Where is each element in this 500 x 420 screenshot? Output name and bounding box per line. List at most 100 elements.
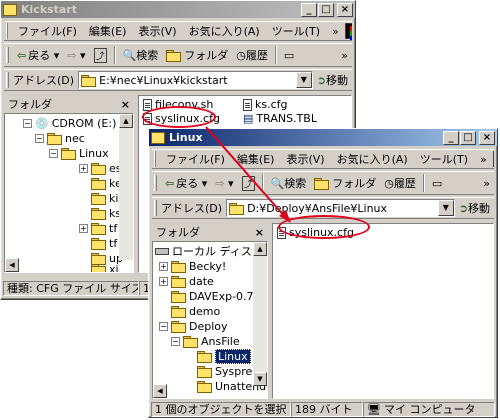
tree-item[interactable]: DAVExp-0.72 <box>171 289 261 303</box>
tree-item[interactable]: demo <box>171 304 220 318</box>
folders-button[interactable]: フォルダ <box>310 175 380 191</box>
menu-favorites[interactable]: お気に入り(A) <box>331 151 414 167</box>
menu-tools[interactable]: ツール(T) <box>266 23 326 39</box>
menu-edit[interactable]: 編集(E) <box>231 151 281 167</box>
tree-label: CDROM (E:) <box>51 116 117 130</box>
collapse-icon[interactable]: − <box>23 118 32 128</box>
up-folder-icon: ⤴ <box>93 47 107 63</box>
move-to-button[interactable]: ▭ <box>280 49 298 62</box>
up-folder-icon: ⤴ <box>241 175 255 191</box>
menu-edit[interactable]: 編集(E) <box>83 23 133 39</box>
tree-item[interactable]: ks <box>91 206 121 220</box>
collapse-icon[interactable]: − <box>159 321 168 331</box>
kickstart-titlebar[interactable]: Kickstart _ □ × <box>1 1 355 18</box>
folder-tree: − 💿 CDROM (E:) − nec − Linux + es ke ki ks + t… <box>4 113 134 273</box>
address-input[interactable]: E:¥nec¥Linux¥kickstart ▼ <box>78 71 313 89</box>
history-button[interactable]: ◷ 履歴 <box>380 175 420 191</box>
menu-tools[interactable]: ツール(T) <box>414 151 474 167</box>
go-arrow-icon: ➲ <box>316 73 326 87</box>
tree-scrollbar[interactable]: ▲ <box>119 114 133 260</box>
forward-arrow-icon: ⇨ <box>67 48 77 62</box>
table-file-icon: ▤ <box>243 112 254 125</box>
collapse-icon[interactable]: − <box>171 336 180 346</box>
address-input[interactable]: D:¥Deploy¥AnsFile¥Linux ▼ <box>226 199 455 217</box>
scroll-left-button[interactable]: ◀ <box>5 258 19 272</box>
menu-favorites[interactable]: お気に入り(A) <box>183 23 266 39</box>
folder-icon <box>91 192 106 205</box>
folder-icon <box>91 162 106 175</box>
scroll-up-button[interactable]: ▲ <box>253 242 267 256</box>
close-button[interactable]: × <box>479 130 495 145</box>
search-button[interactable]: 🔍 検索 <box>119 47 163 63</box>
menu-more[interactable]: » <box>474 153 493 166</box>
maximize-button[interactable]: □ <box>318 2 334 17</box>
file-item[interactable]: ▤ TRANS.TBL <box>243 112 317 125</box>
history-button[interactable]: ◷ 履歴 <box>232 47 272 63</box>
back-button[interactable]: ⇦ 戻る ▾ <box>13 47 63 63</box>
expand-icon[interactable]: + <box>79 223 88 233</box>
tree-item[interactable]: + date <box>159 274 214 288</box>
tree-item[interactable]: Sysprep <box>197 364 259 378</box>
tree-scrollbar[interactable]: ▲ ▼ <box>253 242 267 386</box>
address-value: D:¥Deploy¥AnsFile¥Linux <box>247 201 388 215</box>
collapse-icon[interactable]: − <box>35 133 44 143</box>
back-button[interactable]: ⇦ 戻る ▾ <box>161 175 211 191</box>
address-dropdown[interactable]: ▼ <box>295 72 312 88</box>
tree-item[interactable]: − AnsFile <box>171 334 240 348</box>
address-dropdown[interactable]: ▼ <box>437 200 454 216</box>
toolbar-grip <box>154 175 157 191</box>
scroll-down-button[interactable]: ▼ <box>253 372 267 386</box>
collapse-icon[interactable]: − <box>49 148 58 158</box>
menu-more[interactable]: » <box>326 25 345 38</box>
toolbar-more[interactable]: » <box>337 49 352 62</box>
menu-file[interactable]: ファイル(F) <box>160 151 231 167</box>
search-button[interactable]: 🔍 検索 <box>267 175 311 191</box>
tree-item[interactable]: − nec <box>35 131 85 145</box>
tree-item[interactable]: − 💿 CDROM (E:) <box>23 116 116 130</box>
close-button[interactable]: × <box>337 2 353 17</box>
expand-icon[interactable]: + <box>159 276 168 286</box>
tree-item[interactable]: − Linux <box>49 146 109 160</box>
file-label: TRANS.TBL <box>256 112 317 125</box>
toolbar-more[interactable]: » <box>479 177 494 190</box>
status-location-label: マイ コンピュータ <box>383 403 476 416</box>
tree-item[interactable]: tf <box>91 236 117 250</box>
minimize-button[interactable]: _ <box>301 2 317 17</box>
tree-item[interactable]: xi <box>91 262 119 272</box>
history-label: 履歴 <box>393 177 416 190</box>
maximize-button[interactable]: □ <box>460 130 476 145</box>
tree-label: DAVExp-0.72 <box>189 289 261 303</box>
tree-item-selected[interactable]: Linux <box>197 348 251 364</box>
expand-icon[interactable]: + <box>159 261 168 271</box>
expand-icon[interactable]: + <box>79 163 88 173</box>
shared-folder-icon <box>171 320 186 333</box>
menu-view[interactable]: 表示(V) <box>132 23 182 39</box>
up-folder-button[interactable]: ⤴ <box>238 175 259 191</box>
tree-item[interactable]: + es <box>79 161 122 175</box>
tree-item[interactable]: + tf <box>79 221 117 235</box>
file-item[interactable]: ks.cfg <box>243 98 288 111</box>
menu-view[interactable]: 表示(V) <box>280 151 330 167</box>
go-button[interactable]: ➲ 移動 <box>313 72 352 88</box>
folders-button[interactable]: フォルダ <box>162 47 232 63</box>
tree-item[interactable]: ke <box>91 176 122 190</box>
windows-logo-icon <box>492 151 494 167</box>
go-button[interactable]: ➲ 移動 <box>455 200 494 216</box>
menu-file[interactable]: ファイル(F) <box>12 23 83 39</box>
close-pane-icon[interactable]: × <box>121 98 130 111</box>
scroll-up-button[interactable]: ▲ <box>119 114 133 128</box>
tree-item[interactable]: + Becky! <box>159 259 226 273</box>
forward-button[interactable]: ⇨ ▾ <box>63 49 89 62</box>
close-pane-icon[interactable]: × <box>255 226 264 239</box>
search-icon: 🔍 <box>270 176 285 190</box>
move-to-button[interactable]: ▭ <box>428 177 446 190</box>
tree-item[interactable]: ki <box>91 191 118 205</box>
linux-titlebar[interactable]: Linux _ □ × <box>149 129 497 146</box>
scroll-left-button[interactable]: ◀ <box>153 384 167 398</box>
forward-button[interactable]: ⇨ ▾ <box>211 177 237 190</box>
up-folder-button[interactable]: ⤴ <box>90 47 111 63</box>
tree-item[interactable]: − Deploy <box>159 319 228 333</box>
address-value: E:¥nec¥Linux¥kickstart <box>99 73 228 87</box>
minimize-button[interactable]: _ <box>443 130 459 145</box>
tree-item[interactable]: ローカル ディスク (D:) <box>155 244 267 258</box>
